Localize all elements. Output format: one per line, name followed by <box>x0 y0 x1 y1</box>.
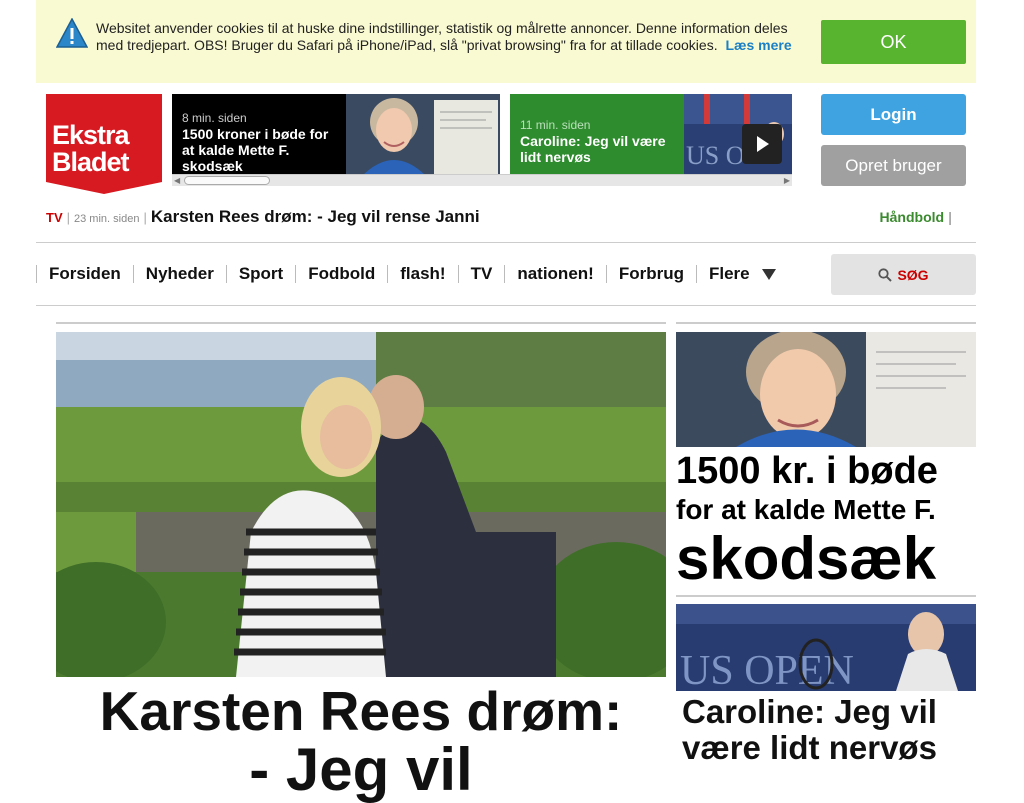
logo-line-2: Bladet <box>52 147 130 177</box>
ticker-card[interactable]: 8 min. siden 1500 kroner i bøde for at k… <box>172 94 500 174</box>
divider <box>36 242 976 243</box>
scroll-left-icon[interactable]: ◀ <box>174 176 180 185</box>
divider <box>36 305 976 306</box>
breaking-category[interactable]: Håndbold | <box>880 209 956 225</box>
warning-icon <box>56 18 88 48</box>
search-label: SØG <box>897 266 929 283</box>
cookie-ok-button[interactable]: OK <box>821 20 966 64</box>
nav-item-forsiden[interactable]: Forsiden <box>36 265 133 283</box>
breaking-time: 23 min. siden <box>74 213 140 225</box>
news-ticker: 8 min. siden 1500 kroner i bøde for at k… <box>172 94 792 186</box>
side-article-image[interactable] <box>676 332 976 447</box>
ticker-headline: 1500 kroner i bøde for at kalde Mette F.… <box>182 126 329 174</box>
scroll-right-icon[interactable]: ▶ <box>784 176 790 185</box>
cookie-banner: Websitet anvender cookies til at huske d… <box>36 0 976 83</box>
separator: | <box>66 210 71 225</box>
nav-item-flash[interactable]: flash! <box>387 265 457 283</box>
side-article-title[interactable]: Caroline: Jeg vil være lidt nervøs <box>682 694 976 766</box>
breaking-title[interactable]: Karsten Rees drøm: - Jeg vil rense Janni <box>151 207 480 226</box>
ticker-headline: Caroline: Jeg vil være lidt nervøs <box>520 133 666 165</box>
divider <box>676 595 976 597</box>
svg-text:US O: US O <box>686 141 745 170</box>
breaking-tag: TV <box>46 210 63 225</box>
nav-item-nyheder[interactable]: Nyheder <box>132 265 226 283</box>
cookie-text: Websitet anvender cookies til at huske d… <box>96 20 788 53</box>
login-button[interactable]: Login <box>821 94 966 135</box>
ekstra-bladet-logo[interactable]: Ekstra Bladet <box>46 94 162 194</box>
svg-text:US OPEN: US OPEN <box>680 648 854 691</box>
create-user-button[interactable]: Opret bruger <box>821 145 966 186</box>
side-article-title-line-1[interactable]: 1500 kr. i bøde <box>676 450 976 492</box>
main-article-title[interactable]: Karsten Rees drøm: <box>56 682 666 740</box>
category-label: Håndbold <box>879 209 945 225</box>
search-button[interactable]: SØG <box>831 254 976 295</box>
divider <box>56 322 666 324</box>
side-article-title-line-3[interactable]: skodsæk <box>676 528 976 590</box>
nav-item-fodbold[interactable]: Fodbold <box>295 265 387 283</box>
read-more-link[interactable]: Læs mere <box>725 37 791 53</box>
ticker-time: 8 min. siden <box>182 111 247 125</box>
cookie-message: Websitet anvender cookies til at huske d… <box>96 20 806 54</box>
nav-item-nationen[interactable]: nationen! <box>504 265 606 283</box>
ticker-time: 11 min. siden <box>520 118 591 132</box>
divider <box>676 322 976 324</box>
main-nav: Forsiden Nyheder Sport Fodbold flash! TV… <box>36 254 788 294</box>
side-article-image[interactable]: US OPEN <box>676 604 976 691</box>
main-article-title-2[interactable]: - Jeg vil <box>56 740 666 800</box>
more-label: Flere <box>708 264 750 283</box>
chevron-down-icon <box>761 268 776 280</box>
separator: | <box>948 209 952 225</box>
nav-item-tv[interactable]: TV <box>457 265 505 283</box>
breaking-news-bar[interactable]: TV | 23 min. siden | Karsten Rees drøm: - Je… <box>46 207 956 229</box>
nav-item-more[interactable]: Flere <box>695 264 788 283</box>
main-article-image[interactable] <box>56 332 666 677</box>
ticker-scrollbar[interactable]: ◀ ▶ <box>172 174 792 186</box>
side-article-title-line-2[interactable]: for at kalde Mette F. <box>676 494 976 526</box>
scrollbar-thumb[interactable] <box>184 176 270 185</box>
ticker-card-text: 11 min. siden Caroline: Jeg vil være lid… <box>510 94 684 174</box>
nav-item-forbrug[interactable]: Forbrug <box>605 265 696 283</box>
nav-item-sport[interactable]: Sport <box>225 265 295 283</box>
separator: | <box>143 210 147 225</box>
search-icon <box>878 267 893 282</box>
ticker-image: US O <box>684 94 792 174</box>
ticker-card-text: 8 min. siden 1500 kroner i bøde for at k… <box>172 94 346 174</box>
play-video-icon[interactable] <box>742 124 782 164</box>
ticker-card[interactable]: 11 min. siden Caroline: Jeg vil være lid… <box>510 94 792 174</box>
ticker-image <box>346 94 500 174</box>
logo-point <box>46 182 162 194</box>
